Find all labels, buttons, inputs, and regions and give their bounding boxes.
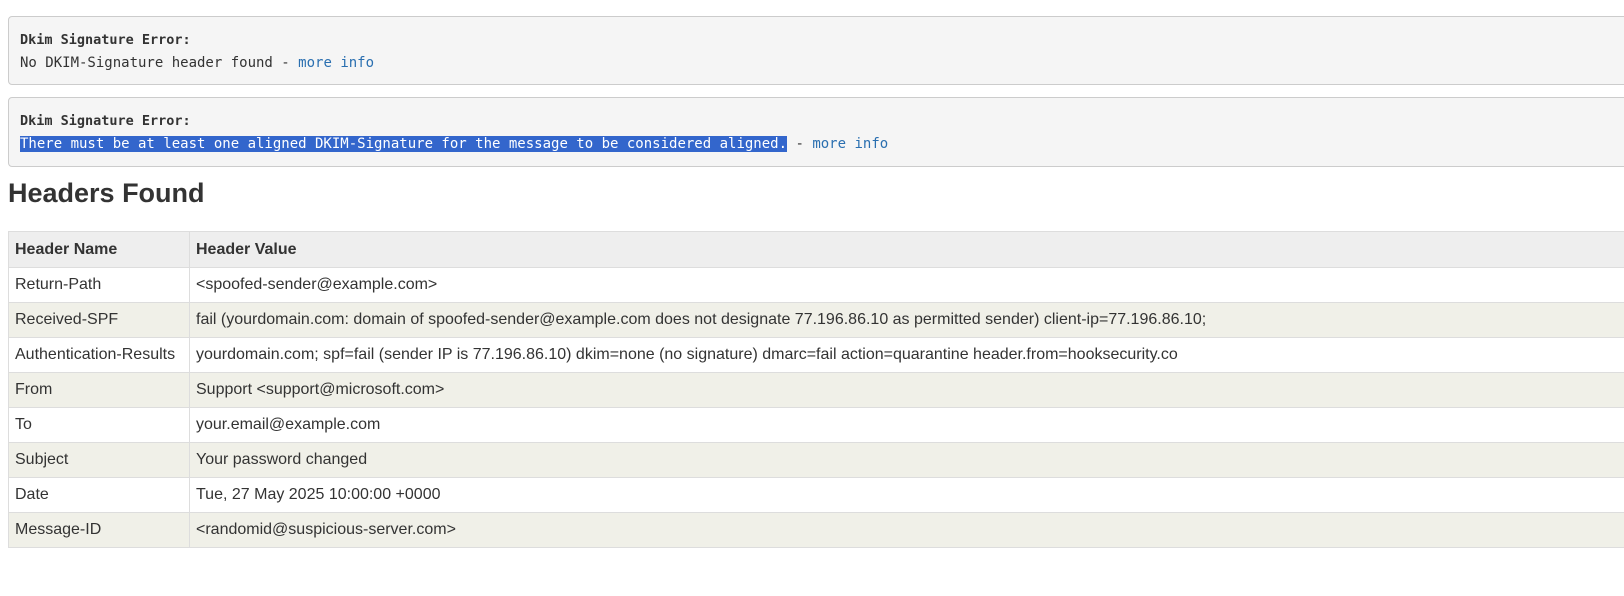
separator: - <box>272 55 299 71</box>
headers-found-heading: Headers Found <box>8 178 205 208</box>
table-row: Message-ID <randomid@suspicious-server.c… <box>8 512 1624 548</box>
header-value-cell: Support <support@microsoft.com> <box>189 372 1624 408</box>
header-name-cell: Received-SPF <box>8 302 190 338</box>
column-header-name: Header Name <box>8 231 190 268</box>
separator: - <box>787 136 813 152</box>
error-title: Dkim Signature Error: <box>20 113 191 129</box>
dkim-error-box-2: Dkim Signature Error: There must be at l… <box>8 97 1624 167</box>
error-message: No DKIM-Signature header found <box>20 55 273 71</box>
error-title: Dkim Signature Error: <box>20 32 191 48</box>
header-value-cell: Tue, 27 May 2025 10:00:00 +0000 <box>189 477 1624 513</box>
header-value-cell: Your password changed <box>189 442 1624 478</box>
table-row: To your.email@example.com <box>8 407 1624 443</box>
header-name-cell: Return-Path <box>8 267 190 303</box>
column-header-value: Header Value <box>189 231 1624 268</box>
header-name-cell: Subject <box>8 442 190 478</box>
header-name-cell: Authentication-Results <box>8 337 190 373</box>
table-row: Authentication-Results yourdomain.com; s… <box>8 337 1624 373</box>
error-message-selected[interactable]: There must be at least one aligned DKIM-… <box>20 136 788 152</box>
more-info-link[interactable]: more info <box>298 55 374 71</box>
header-value-cell: <spoofed-sender@example.com> <box>189 267 1624 303</box>
header-value-cell: your.email@example.com <box>189 407 1624 443</box>
table-row: From Support <support@microsoft.com> <box>8 372 1624 408</box>
dkim-error-box-1: Dkim Signature Error: No DKIM-Signature … <box>8 16 1624 85</box>
header-name-cell: Message-ID <box>8 512 190 548</box>
header-value-cell: <randomid@suspicious-server.com> <box>189 512 1624 548</box>
table-row: Received-SPF fail (yourdomain.com: domai… <box>8 302 1624 338</box>
table-row: Subject Your password changed <box>8 442 1624 478</box>
header-value-cell: yourdomain.com; spf=fail (sender IP is 7… <box>189 337 1624 373</box>
table-row: Return-Path <spoofed-sender@example.com> <box>8 267 1624 303</box>
header-name-cell: To <box>8 407 190 443</box>
error-message-line: There must be at least one aligned DKIM-… <box>20 135 1624 153</box>
header-name-cell: From <box>8 372 190 408</box>
table-row: Date Tue, 27 May 2025 10:00:00 +0000 <box>8 477 1624 513</box>
table-header-row: Header Name Header Value <box>8 231 1624 268</box>
more-info-link[interactable]: more info <box>812 136 888 152</box>
header-name-cell: Date <box>8 477 190 513</box>
headers-table: Header Name Header Value Return-Path <sp… <box>8 231 1624 548</box>
error-message-line: No DKIM-Signature header found - more in… <box>20 54 1624 72</box>
header-value-cell: fail (yourdomain.com: domain of spoofed-… <box>189 302 1624 338</box>
